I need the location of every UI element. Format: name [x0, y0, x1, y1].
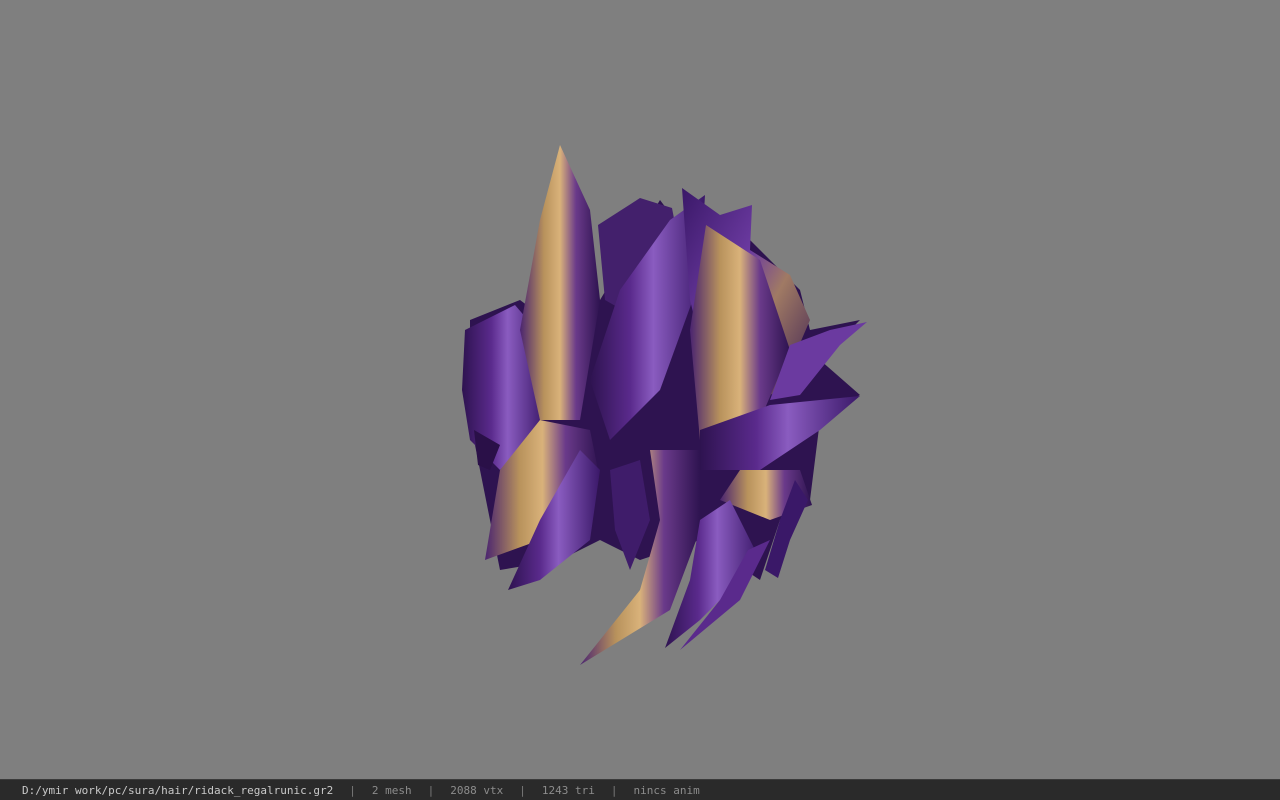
triangle-count-label: 1243 tri — [541, 783, 595, 797]
hair-model-render — [462, 145, 867, 665]
status-separator: | — [610, 783, 618, 797]
mesh-count-label: 2 mesh — [371, 783, 412, 797]
file-path-label: D:/ymir work/pc/sura/hair/ridack_regalru… — [22, 783, 334, 797]
status-bar: D:/ymir work/pc/sura/hair/ridack_regalru… — [0, 779, 1280, 800]
anim-status-label: nincs anim — [633, 783, 700, 797]
status-separator: | — [427, 783, 435, 797]
status-separator: | — [519, 783, 526, 797]
3d-viewport[interactable] — [0, 0, 1280, 779]
status-separator: | — [349, 783, 356, 797]
vertex-count-label: 2088 vtx — [450, 783, 504, 797]
